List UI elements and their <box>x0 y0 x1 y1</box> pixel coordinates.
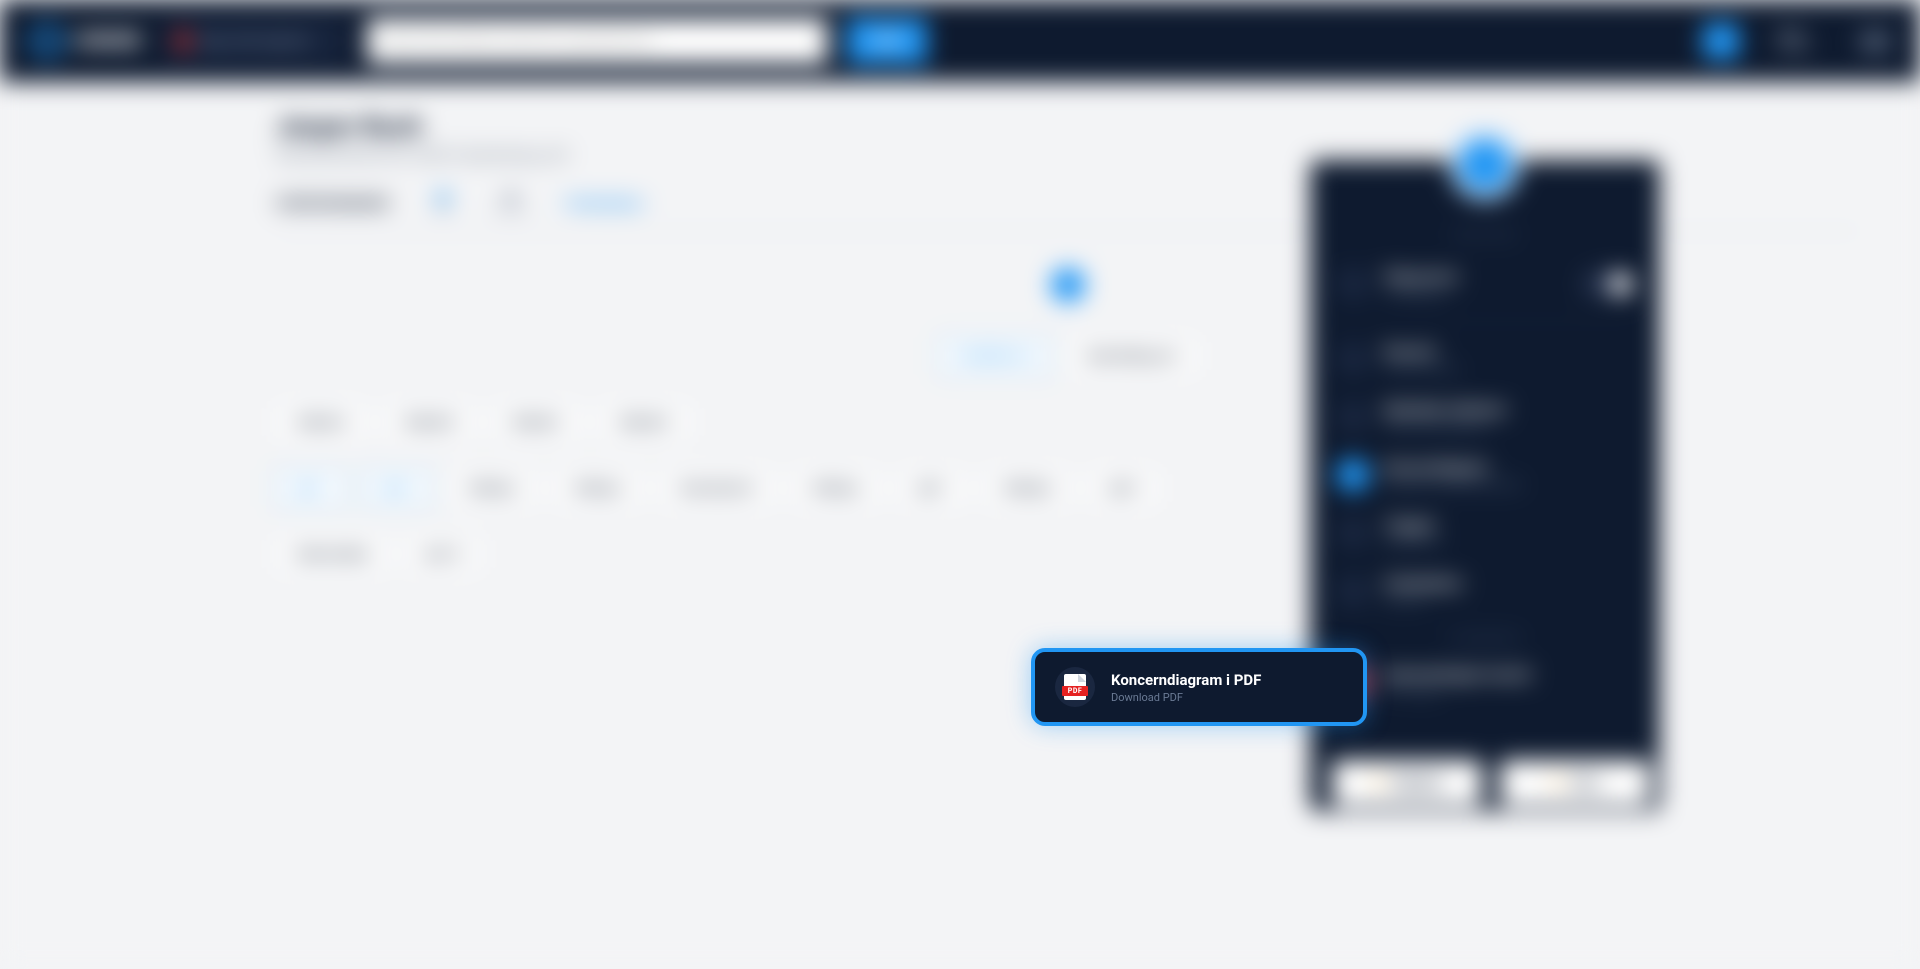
side-sub: Netværk <box>1384 594 1463 607</box>
pdf-badge: PDF <box>1062 686 1088 696</box>
side-item-tinglyst[interactable]: Tinglyst Ejendomme <box>1330 504 1640 562</box>
search-placeholder: Søg virksomheder, personer og ejendomme <box>383 33 652 49</box>
tree-row-2: Selskab A Selskab B Selskab C Selskab D <box>276 404 1860 440</box>
tree-node[interactable]: BuchHolding A/S <box>1067 338 1197 374</box>
side-title: Forbindelser <box>1384 576 1463 592</box>
side-item-diagram[interactable]: Koncerndiagram Ejerkæde og datterselskab… <box>1330 446 1640 504</box>
side-title: Ejerkæde relationer <box>1384 402 1507 418</box>
tree-row-4: Datterselskab ApS 10 <box>276 536 1860 572</box>
follow-toggle[interactable] <box>1582 271 1634 297</box>
tree-node[interactable]: Holding 6 <box>791 470 881 506</box>
side-item-relations[interactable]: Ejerkæde relationer Virksomhedsdiagram <box>1330 388 1640 446</box>
tree-node[interactable]: Selskab A <box>276 404 368 440</box>
tab-active-label: Aktiv <box>433 206 453 216</box>
region-select[interactable]: Søg i alle regioner <box>162 18 347 64</box>
diagram-area: HOLDING A/S BuchHolding A/S Selskab A Se… <box>276 262 1860 572</box>
tree-node[interactable]: HOLDING A/S <box>939 338 1051 374</box>
tree-node[interactable]: Datterselskab <box>276 536 389 572</box>
bottom-buttons: ★ Pipeline ★ Gem <box>1332 760 1650 806</box>
network-icon <box>1336 400 1370 434</box>
side-sub: PDF rapport <box>1384 685 1531 698</box>
side-title: Tinglyst <box>1384 518 1442 534</box>
pipeline-label: Pipeline <box>1392 775 1443 791</box>
panel-caption: ANALYSER <box>1330 230 1640 241</box>
status-dot-icon <box>437 192 449 204</box>
pdf-file-icon: PDF <box>1055 667 1095 707</box>
side-item-summary[interactable]: Sammendraget resumé PDF rapport <box>1330 653 1640 711</box>
tab-konkurs[interactable]: Konkurs <box>497 190 525 218</box>
hamburger-menu-icon[interactable] <box>1860 26 1890 56</box>
side-item-follow[interactable]: Følg person Overvågning <box>1330 255 1640 313</box>
tree-node[interactable]: International 5 <box>659 470 775 506</box>
tab-row: OVERVÅGNINGER Aktiv Konkurs Forbindelser <box>276 190 1860 232</box>
user-avatar-icon[interactable] <box>1703 23 1739 59</box>
side-sub: Overvågning <box>1384 287 1458 300</box>
building-icon <box>1336 516 1370 550</box>
search-button-label: SØG <box>873 33 901 49</box>
brand-logo[interactable]: OWNR <box>30 24 142 58</box>
tree-node[interactable]: Selskab C <box>491 404 582 440</box>
tree-row-1: HOLDING A/S BuchHolding A/S <box>276 338 1860 374</box>
hierarchy-icon <box>1336 458 1370 492</box>
region-label: Søg i alle regioner <box>200 33 311 49</box>
panel-crest-icon <box>1450 130 1520 200</box>
pdf-card-title: Koncerndiagram i PDF <box>1111 671 1261 689</box>
status-dot-icon <box>505 192 517 204</box>
pdf-download-card[interactable]: PDF Koncerndiagram i PDF Download PDF <box>1031 648 1367 726</box>
document-icon <box>1336 342 1370 376</box>
root-node-icon[interactable] <box>1045 262 1091 308</box>
blurred-backdrop: OWNR Søg i alle regioner Søg virksomhede… <box>0 0 1920 969</box>
tree-node[interactable]: Holding 8 <box>982 470 1072 506</box>
search-input[interactable]: Søg virksomheder, personer og ejendomme <box>367 18 827 64</box>
side-title: Følg person <box>1384 269 1458 285</box>
search-button[interactable]: SØG <box>847 18 927 64</box>
profile-address: Dalvej Boulevard 40, 2000 Frederiksberg,… <box>276 146 1860 164</box>
tab-overvaagninger[interactable]: OVERVÅGNINGER <box>276 196 389 212</box>
page-body: Jesper Buch Dalvej Boulevard 40, 2000 Fr… <box>0 82 1920 969</box>
tree-node[interactable]: ApS 9 <box>1088 470 1158 506</box>
brand-text: OWNR <box>74 29 142 54</box>
star-icon: ★ <box>1550 775 1563 791</box>
tab-konkurs-label: Konkurs <box>495 206 528 216</box>
user-account: Konto <box>1779 41 1811 55</box>
side-item-resume[interactable]: Resumé Personoversigt <box>1330 330 1640 388</box>
side-title: Koncerndiagram <box>1384 460 1523 476</box>
tree-node[interactable]: ApS 10 <box>405 536 482 572</box>
pdf-card-subtitle: Download PDF <box>1111 691 1261 704</box>
tree-node[interactable]: Holding 3 <box>448 470 538 506</box>
flag-icon <box>176 31 190 51</box>
side-sub: Personoversigt <box>1384 362 1458 375</box>
tree-node[interactable]: Selskab D <box>598 404 689 440</box>
side-title: Sammendraget resumé <box>1384 667 1531 683</box>
tree-node[interactable]: Holding 4 <box>553 470 643 506</box>
save-label: Gem <box>1571 775 1600 791</box>
side-sub: Ejendomme <box>1384 536 1442 549</box>
user-chip[interactable]: Navn Konto <box>1779 27 1811 55</box>
tree-node[interactable]: ApS 1 <box>276 470 346 506</box>
connections-icon <box>1336 574 1370 608</box>
tree-node[interactable]: ApS 7 <box>897 470 967 506</box>
logo-icon <box>30 24 64 58</box>
topbar: OWNR Søg i alle regioner Søg virksomhede… <box>0 0 1920 82</box>
side-sub: Ejerkæde og datterselskaber <box>1384 478 1523 491</box>
user-name: Navn <box>1779 27 1807 41</box>
tree-node[interactable]: Selskab B <box>384 404 475 440</box>
bell-icon <box>1336 267 1370 301</box>
side-sub: Virksomhedsdiagram <box>1384 420 1507 433</box>
tree-row-3: ApS 1 ApS 2 Holding 3 Holding 4 Internat… <box>276 470 1860 506</box>
tree-node[interactable]: ApS 2 <box>362 470 432 506</box>
star-icon: ★ <box>1371 775 1384 791</box>
pipeline-button[interactable]: ★ Pipeline <box>1332 760 1482 806</box>
save-button[interactable]: ★ Gem <box>1500 760 1650 806</box>
profile-name: Jesper Buch <box>276 112 1860 142</box>
tab-forbindelser[interactable]: Forbindelser <box>565 196 644 212</box>
side-item-forbindelser[interactable]: Forbindelser Netværk <box>1330 562 1640 620</box>
tab-active[interactable]: Aktiv <box>429 190 457 218</box>
panel-section-label: LEVERANCER <box>1330 634 1640 645</box>
side-title: Resumé <box>1384 344 1458 360</box>
divider <box>1330 321 1640 322</box>
